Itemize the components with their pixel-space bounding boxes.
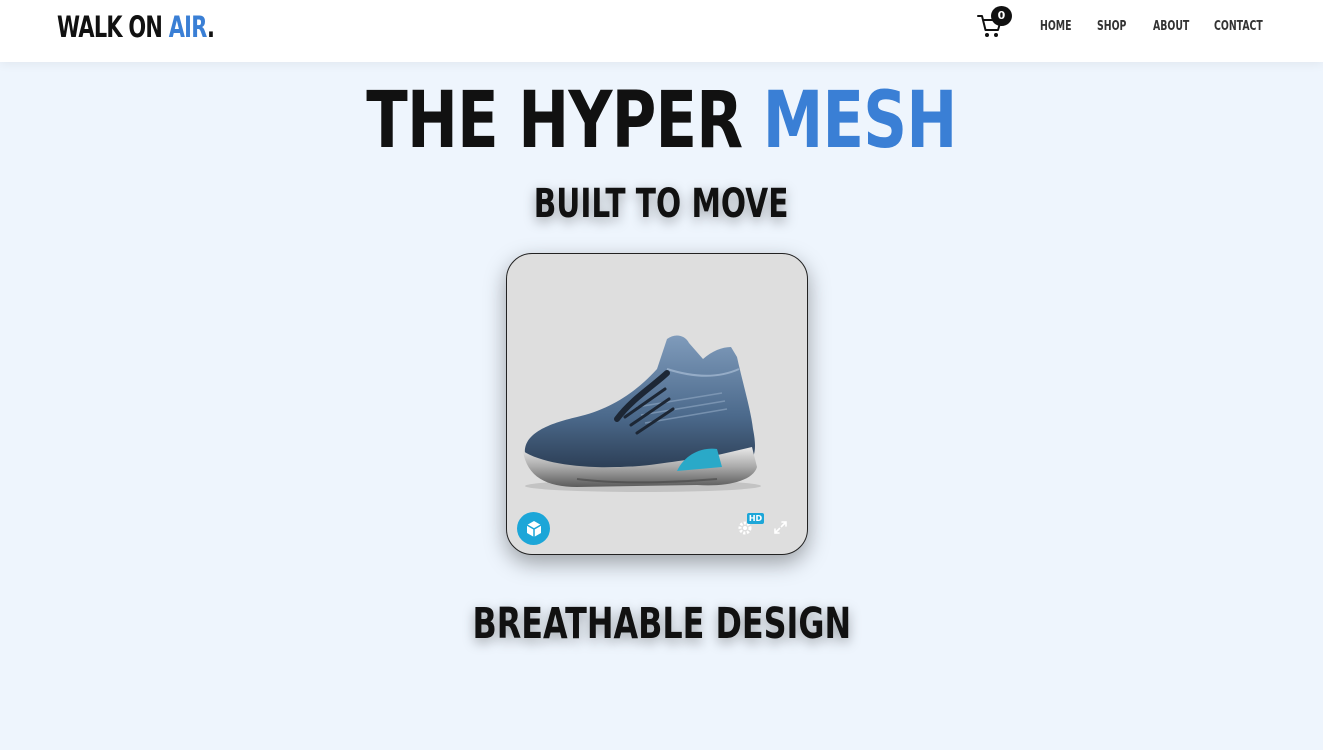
- nav-about[interactable]: ABOUT: [1153, 18, 1189, 36]
- hero-subtitle: BUILT TO MOVE: [0, 180, 1323, 228]
- logo-text: WALK ON: [57, 10, 169, 44]
- shoe-3d-model: [523, 335, 761, 492]
- logo-accent-text: AIR: [168, 10, 208, 44]
- fullscreen-icon[interactable]: [773, 520, 788, 535]
- hero-title: THE HYPER MESH: [0, 78, 1323, 164]
- cube-icon: [526, 520, 541, 537]
- hd-badge[interactable]: HD: [747, 513, 764, 524]
- hero-subtitle-text: BUILT TO MOVE: [534, 181, 789, 227]
- sketchfab-logo-icon[interactable]: [517, 512, 550, 545]
- 3d-model-viewer[interactable]: HD: [506, 253, 808, 555]
- nav-contact[interactable]: CONTACT: [1214, 18, 1263, 36]
- site-header: WALK ON AIR. 0 HOME SHOP ABOUT CONTACT: [0, 0, 1323, 62]
- section-title: BREATHABLE DESIGN: [0, 598, 1323, 650]
- nav-shop[interactable]: SHOP: [1097, 18, 1126, 36]
- cart-count-badge: 0: [991, 6, 1012, 26]
- section-title-text: BREATHABLE DESIGN: [472, 599, 851, 649]
- hero-title-accent: MESH: [762, 76, 958, 166]
- logo-dot: .: [206, 10, 215, 44]
- hero-title-main: THE HYPER: [366, 76, 763, 166]
- nav-home[interactable]: HOME: [1040, 18, 1072, 36]
- site-logo[interactable]: WALK ON AIR.: [57, 8, 215, 46]
